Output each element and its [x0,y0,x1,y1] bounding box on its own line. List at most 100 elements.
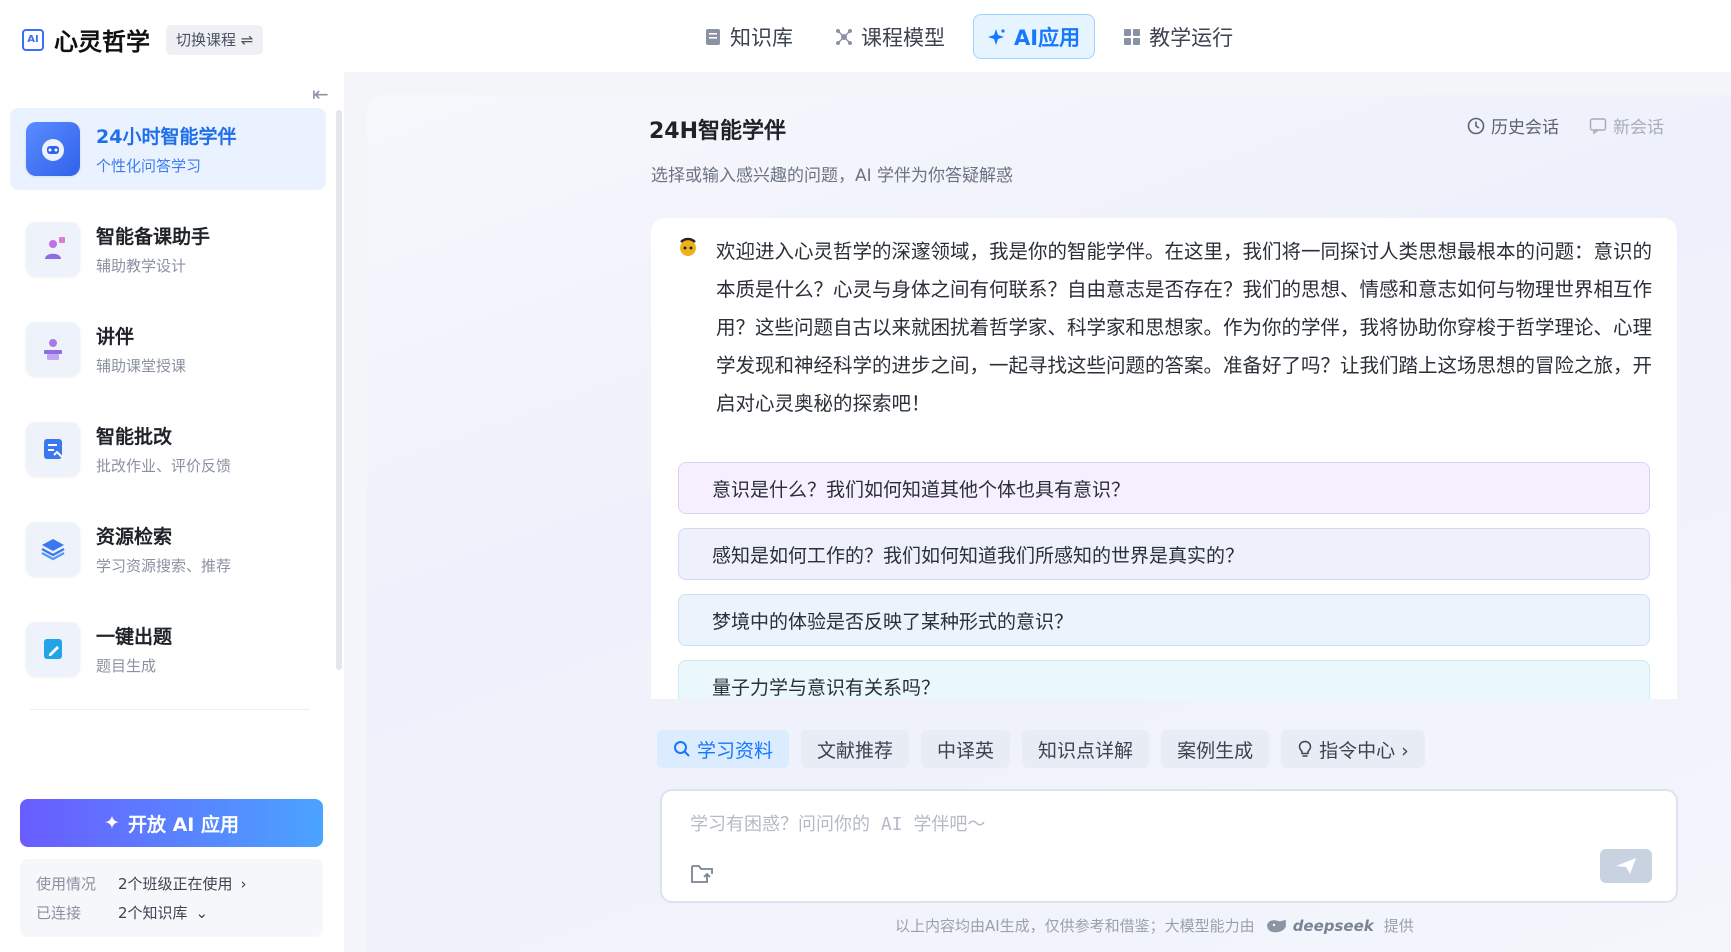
grid-icon [1123,28,1141,46]
sidebar-item-subtitle: 题目生成 [96,657,157,675]
history-chat-button[interactable]: 历史会话 [1467,113,1559,138]
sidebar-item-subtitle: 辅助课堂授课 [96,357,187,375]
course-title: 心灵哲学 [54,28,150,56]
chip-label: 学习资料 [697,739,774,762]
search-icon [674,741,690,757]
usage-value: 2个班级正在使用 › [118,873,247,894]
chevron-right-icon: › [240,874,247,893]
bulb-icon [1298,740,1312,757]
suggested-question[interactable]: 梦境中的体验是否反映了某种形式的意识？ [678,594,1650,646]
switch-course-button[interactable]: 切换课程 ⇌ [166,24,264,55]
chip-knowledge-detail[interactable]: 知识点详解 [1022,730,1150,768]
chat-input-box [660,789,1678,903]
sparkle-icon: ✦ [104,812,120,834]
sidebar-item-study-companion[interactable]: 24小时智能学伴 个性化问答学习 [10,108,326,190]
disclaimer-suffix: 提供 [1383,917,1414,935]
chat-bubble-icon [1589,117,1607,134]
sidebar-item-subtitle: 批改作业、评价反馈 [96,457,232,475]
disclaimer-text: 以上内容均由AI生成，仅供参考和借鉴；大模型能力由 [895,917,1255,935]
chip-study-materials[interactable]: 学习资料 [657,730,790,768]
nav-item-course-model[interactable]: 课程模型 [821,14,959,59]
chip-translate[interactable]: 中译英 [921,730,1011,768]
sidebar-item-question-gen[interactable]: 一键出题 题目生成 [10,608,326,690]
deepseek-logo: deepseek [1265,917,1374,935]
kb-count-text: 2个知识库 [118,904,188,922]
usage-label: 使用情况 [36,875,97,893]
edit-doc-icon [26,622,80,676]
suggested-question[interactable]: 量子力学与意识有关系吗？ [678,660,1650,699]
sidebar-item-title: 一键出题 [96,626,173,648]
sidebar-divider [30,709,310,710]
sidebar-item-title: 24小时智能学伴 [96,126,237,148]
welcome-message: 欢迎进入心灵哲学的深邃领域，我是你的智能学伴。在这里，我们将一同探讨人类思想最根… [716,240,1653,415]
nav-label: 知识库 [730,25,793,50]
lecture-icon [26,322,80,376]
sidebar-item-lesson-prep[interactable]: 智能备课助手 辅助教学设计 [10,208,326,290]
sidebar-item-grading[interactable]: 智能批改 批改作业、评价反馈 [10,408,326,490]
page-subtitle: 选择或输入感兴趣的问题，AI 学伴为你答疑解惑 [651,166,1014,186]
send-button[interactable] [1600,849,1652,883]
sidebar-item-title: 讲伴 [96,326,135,348]
chat-message-card: 欢迎进入心灵哲学的深邃领域，我是你的智能学伴。在这里，我们将一同探讨人类思想最根… [651,218,1677,699]
top-bar: AI 心灵哲学 切换课程 ⇌ 知识库 课程模型 AI应用 教学运行 [0,0,1731,72]
usage-panel: 使用情况 2个班级正在使用 › 已连接 2个知识库 ⌄ [20,859,323,937]
layers-icon [26,522,80,576]
robot-icon [26,122,80,176]
upload-file-icon[interactable] [690,861,716,885]
quick-action-chips: 学习资料 文献推荐 中译英 知识点详解 案例生成 指令中心 › [657,730,1425,768]
sidebar-item-lecture[interactable]: 讲伴 辅助课堂授课 [10,308,326,390]
deepseek-brand-text: deepseek [1292,916,1374,935]
chip-label: 中译英 [937,739,995,762]
whale-icon [1266,919,1286,932]
open-ai-app-button[interactable]: ✦ 开放 AI 应用 [20,799,323,847]
sidebar-item-title: 资源检索 [96,526,173,548]
sidebar-item-title: 智能批改 [96,426,173,448]
sidebar-item-title: 智能备课助手 [96,226,211,248]
sidebar-item-subtitle: 个性化问答学习 [96,157,202,175]
connected-row[interactable]: 已连接 2个知识库 ⌄ [36,898,307,927]
chip-label: 知识点详解 [1038,739,1134,762]
chip-case-gen[interactable]: 案例生成 [1161,730,1270,768]
history-label: 历史会话 [1491,118,1559,138]
class-count-text: 2个班级正在使用 [118,875,233,893]
chip-label: 指令中心 › [1319,739,1409,762]
sidebar-item-subtitle: 辅助教学设计 [96,257,187,275]
chevron-down-icon: ⌄ [195,903,209,922]
nav-label: AI应用 [1014,25,1081,50]
nav-item-knowledge-base[interactable]: 知识库 [690,14,807,59]
book-icon [704,28,722,46]
usage-value: 2个知识库 ⌄ [118,902,208,923]
nav-item-teaching-ops[interactable]: 教学运行 [1109,14,1247,59]
bot-avatar-icon [680,237,696,256]
usage-label: 已连接 [36,904,82,922]
sparkle-icon [988,28,1006,46]
suggested-question[interactable]: 意识是什么？我们如何知道其他个体也具有意识？ [678,462,1650,514]
sidebar: ⇤ 24小时智能学伴 个性化问答学习 智能备课助手 辅助教学设计 讲伴 辅助课堂… [0,72,344,952]
brand: AI 心灵哲学 切换课程 ⇌ [22,22,264,57]
nav-label: 教学运行 [1149,25,1234,50]
sidebar-item-subtitle: 学习资源搜索、推荐 [96,557,232,575]
chip-literature[interactable]: 文献推荐 [801,730,910,768]
suggested-question[interactable]: 感知是如何工作的？我们如何知道我们所感知的世界是真实的？ [678,528,1650,580]
chip-label: 案例生成 [1177,739,1254,762]
molecule-icon [835,28,853,46]
chat-input[interactable] [690,809,1590,839]
chip-label: 文献推荐 [817,739,894,762]
clock-icon [1467,117,1485,134]
ai-logo-icon: AI [22,28,44,51]
nav-item-ai-apps[interactable]: AI应用 [973,14,1096,59]
collapse-sidebar-icon[interactable]: ⇤ [312,82,329,106]
page-title: 24H智能学伴 [649,119,787,144]
footer-disclaimer: 以上内容均由AI生成，仅供参考和借鉴；大模型能力由 deepseek 提供 [895,915,1414,936]
usage-row[interactable]: 使用情况 2个班级正在使用 › [36,869,307,898]
sidebar-scrollbar[interactable] [336,110,342,670]
send-icon [1616,858,1636,874]
new-chat-button[interactable]: 新会话 [1589,113,1664,138]
grading-icon [26,422,80,476]
sidebar-item-resource-search[interactable]: 资源检索 学习资源搜索、推荐 [10,508,326,590]
chip-command-center[interactable]: 指令中心 › [1281,730,1425,768]
main-panel: 24H智能学伴 选择或输入感兴趣的问题，AI 学伴为你答疑解惑 历史会话 新会话… [367,95,1731,952]
teacher-icon [26,222,80,276]
new-chat-label: 新会话 [1613,118,1664,138]
open-ai-app-label: 开放 AI 应用 [127,813,239,836]
